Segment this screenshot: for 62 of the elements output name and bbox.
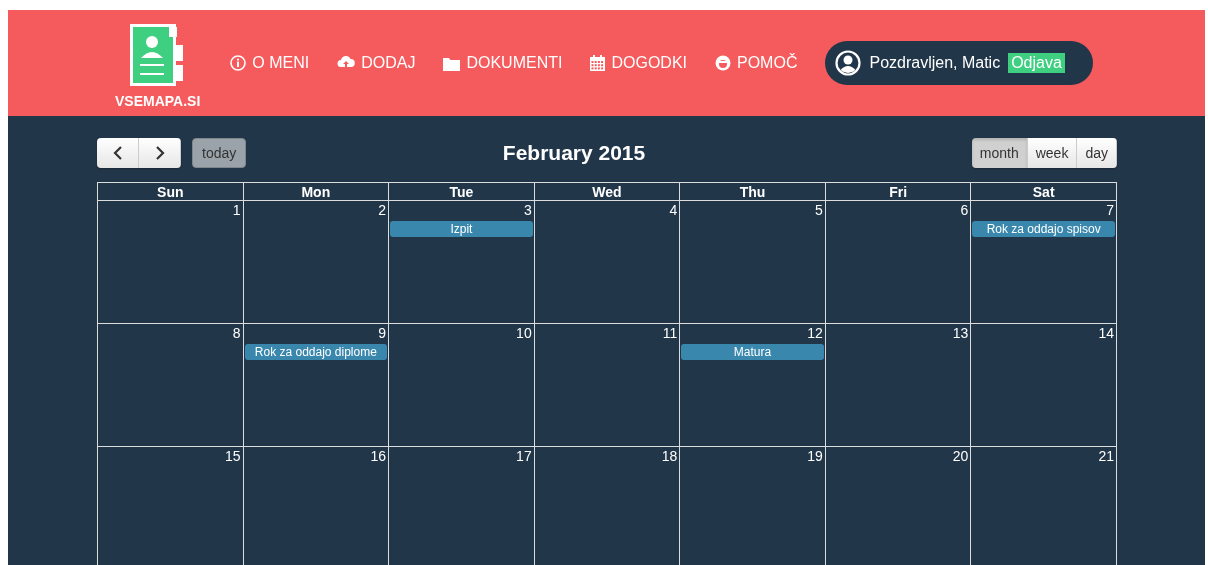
day-cell[interactable]: 6 — [825, 200, 971, 324]
day-cell[interactable]: 4 — [534, 200, 680, 324]
previous-button[interactable] — [97, 138, 139, 168]
calendar-event[interactable]: Izpit — [390, 221, 533, 237]
day-number: 2 — [377, 202, 388, 218]
day-cell[interactable]: 3 Izpit — [388, 200, 535, 324]
day-number: 19 — [806, 448, 824, 464]
helper-face-icon — [715, 55, 731, 71]
calendar-event[interactable]: Rok za oddajo diplome — [244, 344, 388, 360]
day-number: 1 — [231, 202, 242, 218]
day-number: 18 — [660, 448, 679, 464]
day-cell[interactable]: 12 Matura — [679, 323, 826, 447]
day-cell[interactable]: 7 Rok za oddajo spisov — [970, 200, 1117, 324]
weekday-header: Fri — [825, 182, 971, 201]
day-number: 10 — [515, 325, 533, 341]
day-number: 16 — [369, 448, 388, 464]
day-number: 13 — [951, 325, 970, 341]
view-button[interactable]: day — [1077, 138, 1117, 168]
day-number: 14 — [1097, 325, 1115, 341]
calendar-title: February 2015 — [502, 141, 646, 165]
chevron-right-icon — [154, 146, 165, 160]
day-cell[interactable]: 11 — [534, 323, 680, 447]
day-cell[interactable]: 1 — [97, 200, 244, 324]
day-number: 3 — [522, 202, 533, 218]
next-button[interactable] — [139, 138, 181, 168]
day-number: 6 — [959, 202, 970, 218]
greeting-text: Pozdravljen, Matic — [869, 54, 1001, 72]
day-number: 11 — [661, 325, 679, 341]
day-number: 8 — [231, 325, 242, 341]
folder-icon — [443, 55, 461, 71]
day-number: 15 — [224, 448, 242, 464]
day-number: 4 — [668, 202, 679, 218]
calendar-event[interactable]: Matura — [681, 344, 824, 360]
user-avatar-icon — [835, 50, 862, 76]
chevron-left-icon — [112, 146, 123, 160]
info-icon — [230, 55, 247, 71]
weekday-header: Sun — [97, 182, 244, 201]
day-number: 21 — [1097, 448, 1115, 464]
day-cell[interactable]: 5 — [679, 200, 826, 324]
weekday-header: Tue — [388, 182, 535, 201]
day-number: 9 — [377, 325, 388, 341]
weekday-header: Sat — [970, 182, 1117, 201]
calendar-icon — [590, 55, 606, 71]
day-number: 5 — [814, 202, 824, 218]
weekday-header: Thu — [679, 182, 826, 201]
weekday-header: Wed — [534, 182, 680, 201]
view-button[interactable]: month — [971, 138, 1028, 168]
calendar-event[interactable]: Rok za oddajo spisov — [972, 221, 1115, 237]
day-cell[interactable]: 13 — [825, 323, 971, 447]
day-number: 20 — [951, 448, 970, 464]
today-button[interactable]: today — [192, 138, 247, 168]
day-cell[interactable]: 8 — [97, 323, 244, 447]
weekday-header: Mon — [243, 182, 389, 201]
day-cell[interactable]: 14 — [970, 323, 1117, 447]
day-number: 12 — [806, 325, 824, 341]
day-cell[interactable]: 10 — [388, 323, 535, 447]
day-number: 7 — [1105, 202, 1115, 218]
view-button[interactable]: week — [1027, 138, 1078, 168]
day-cell[interactable]: 2 — [243, 200, 389, 324]
day-number: 17 — [515, 448, 533, 464]
day-cell[interactable]: 15 — [97, 446, 244, 565]
day-cell[interactable]: 9 Rok za oddajo diplome — [243, 323, 389, 447]
